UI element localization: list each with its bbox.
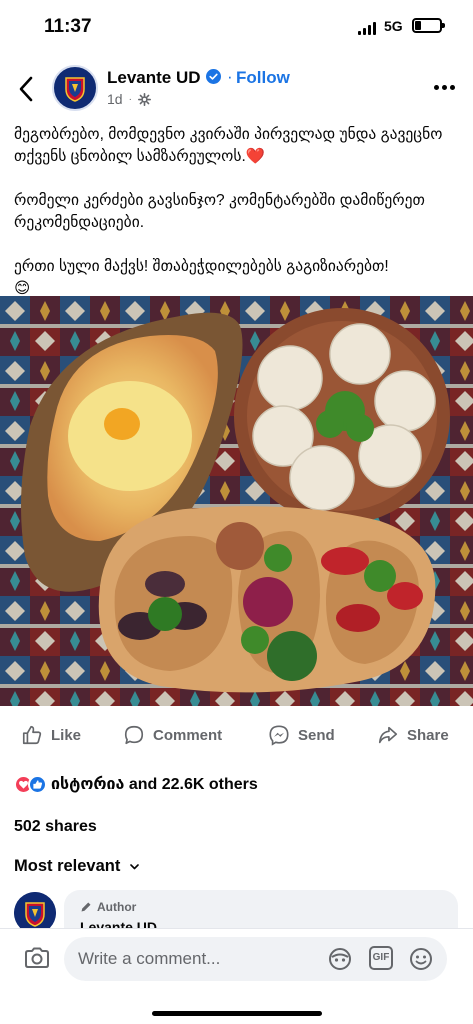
cellular-signal-icon [358,22,376,35]
comment-icon [124,725,144,745]
georgian-food-photo [0,296,473,706]
network-type: 5G [384,18,403,34]
more-options-icon[interactable] [434,85,455,90]
avatar-sticker-icon[interactable] [327,946,353,972]
separator-dot: · [227,67,233,86]
author-badge: Author [80,900,136,914]
comment-input[interactable]: Write a comment... GIF [64,937,447,981]
send-button[interactable]: Send [268,724,335,746]
pen-icon [81,902,91,912]
page-name[interactable]: Levante UD [107,68,201,88]
comment-sort-dropdown[interactable]: Most relevant [14,857,140,876]
post-actions: Like Comment Send Share [0,724,473,756]
chevron-down-icon [130,863,140,869]
sort-label: Most relevant [14,857,121,875]
smile-emoji: 😊 [14,280,31,297]
messenger-icon [269,725,289,746]
post-header: Levante UD · Follow 1d · [0,60,473,118]
post-meta: 1d · [107,91,151,107]
post-age: 1d [107,91,123,107]
comment-button[interactable]: Comment [123,724,222,746]
back-arrow-icon[interactable] [14,74,40,104]
home-indicator [152,1011,322,1016]
like-button[interactable]: Like [21,724,81,746]
reactions-summary[interactable]: ისტორია and 22.6K others [14,774,258,794]
battery-icon [412,18,445,33]
share-button[interactable]: Share [377,724,449,746]
post-paragraph-3: ერთი სული მაქვს! შთაბეჭდილებებს გაგიზიარ… [14,258,389,297]
share-arrow-icon [378,726,398,744]
shares-count[interactable]: 502 shares [14,818,97,836]
camera-icon[interactable] [24,947,50,969]
post-paragraph-1: მეგობრებო, მომდევნო კვირაში პირველად უნდ… [14,126,443,165]
levante-crest-icon [55,68,95,108]
audience-gear-icon[interactable] [137,92,151,106]
comment-composer: Write a comment... GIF [0,928,473,1024]
post-paragraph-2: რომელი კერძები გავსინჯო? კომენტარებში და… [14,192,425,231]
follow-button[interactable]: Follow [236,68,290,88]
status-time: 11:37 [44,16,92,37]
status-bar: 11:37 5G [0,0,473,52]
reactions-text: ისტორია and 22.6K others [51,776,258,793]
like-reaction-icon [28,774,47,794]
post-photo[interactable] [0,296,473,706]
comment-placeholder: Write a comment... [78,949,221,968]
heart-emoji: ❤️ [245,148,266,165]
thumbs-up-icon [22,725,42,745]
emoji-icon[interactable] [408,946,434,972]
post-text: მეგობრებო, მომდევნო კვირაში პირველად უნდ… [14,124,462,300]
gif-icon[interactable]: GIF [369,946,393,970]
page-avatar[interactable] [52,65,98,111]
verified-badge-icon [206,69,221,84]
